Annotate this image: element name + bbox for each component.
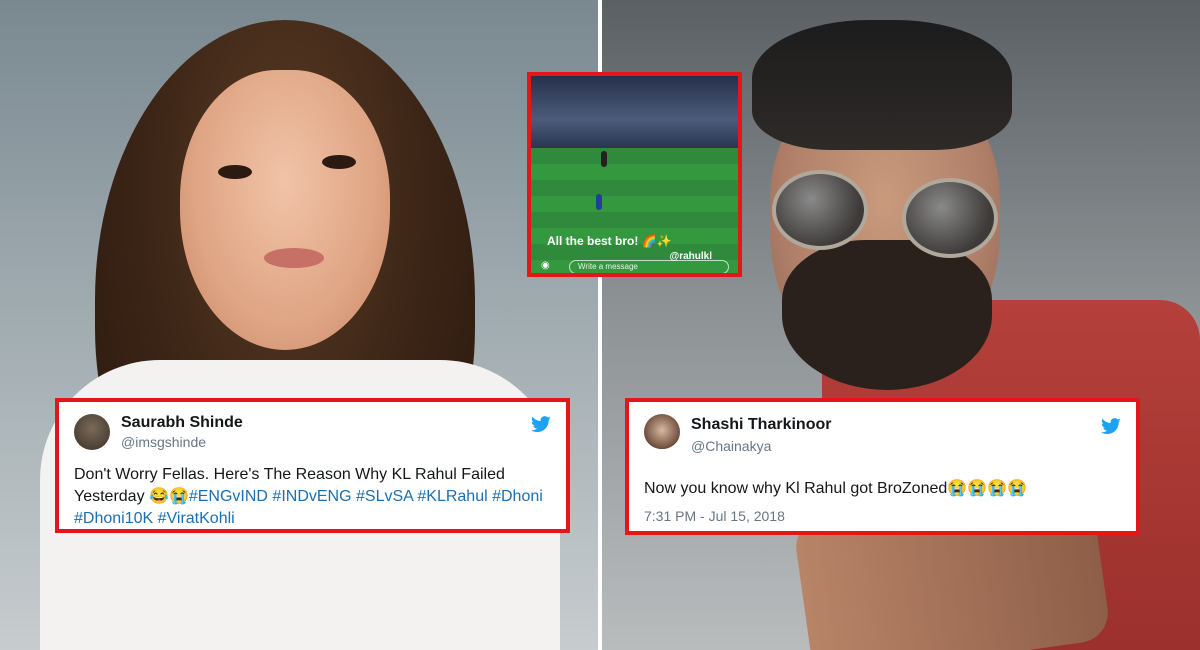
tweet-text-line: Don't Worry Fellas. Here's The Reason Wh… — [74, 466, 505, 483]
tweet-text: Don't Worry Fellas. Here's The Reason Wh… — [74, 464, 564, 530]
left-photo — [0, 0, 598, 650]
sunglasses-right-lens — [902, 178, 998, 258]
twitter-bird-icon[interactable] — [530, 416, 552, 434]
tweet-text-line: Yesterday 😂😭#ENGvIND #INDvENG #SLvSA #KL… — [74, 486, 564, 508]
player — [596, 194, 602, 210]
left-eye — [218, 165, 252, 179]
tweet-author-handle[interactable]: @imsgshinde — [121, 434, 206, 450]
instagram-story-screenshot: All the best bro! 🌈✨ @rahulkl ◉ Write a … — [527, 72, 742, 277]
tweet-card-right: Shashi Tharkinoor @Chainakya Now you kno… — [625, 398, 1140, 535]
tweet-author-handle[interactable]: @Chainakya — [691, 438, 771, 454]
beard — [782, 240, 992, 390]
story-message-input[interactable]: Write a message — [569, 260, 729, 273]
tweet-text-plain: Yesterday 😂😭 — [74, 488, 189, 505]
hair — [752, 20, 1012, 150]
tweet-timestamp[interactable]: 7:31 PM - Jul 15, 2018 — [644, 508, 785, 524]
hashtags[interactable]: #Dhoni10K #ViratKohli — [74, 508, 564, 530]
hashtags[interactable]: #ENGvIND #INDvENG #SLvSA #KLRahul #Dhoni — [189, 488, 543, 505]
sunglasses-left-lens — [772, 170, 868, 250]
stadium-stands — [531, 76, 738, 148]
story-caption: All the best bro! 🌈✨ — [547, 234, 672, 248]
tweet-text: Now you know why Kl Rahul got BroZoned😭😭… — [644, 480, 1027, 497]
avatar[interactable] — [644, 414, 680, 450]
face — [180, 70, 390, 350]
twitter-bird-icon[interactable] — [1100, 418, 1122, 436]
right-eye — [322, 155, 356, 169]
camera-icon[interactable]: ◉ — [541, 260, 550, 271]
lips — [264, 248, 324, 268]
tweet-card-left: Saurabh Shinde @imsgshinde Don't Worry F… — [55, 398, 570, 533]
avatar[interactable] — [74, 414, 110, 450]
tweet-author-name[interactable]: Shashi Tharkinoor — [691, 416, 831, 434]
tweet-author-name[interactable]: Saurabh Shinde — [121, 414, 243, 432]
umpire — [601, 151, 607, 167]
